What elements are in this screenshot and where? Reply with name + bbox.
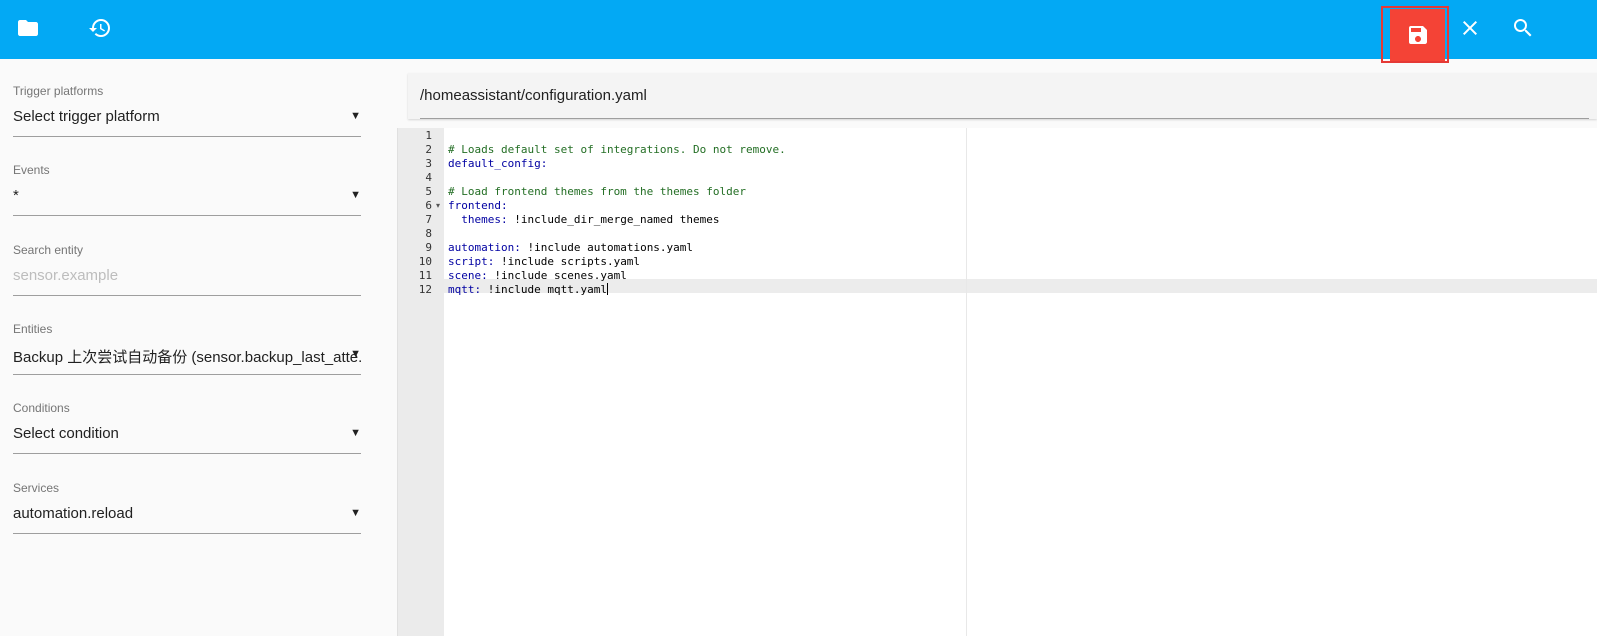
code-line[interactable]: script: !include scripts.yaml bbox=[448, 255, 640, 269]
code-token: !include_dir_merge_named themes bbox=[507, 213, 720, 226]
chevron-down-icon[interactable]: ▼ bbox=[347, 427, 361, 439]
services-label: Services bbox=[13, 481, 60, 495]
line-number: 11 bbox=[418, 269, 432, 282]
code-token: automation: bbox=[448, 241, 521, 254]
save-button[interactable] bbox=[1390, 9, 1445, 61]
entities-select[interactable]: Entities Backup 上次尝试自动备份 (sensor.backup_… bbox=[13, 322, 361, 375]
chevron-down-icon[interactable]: ▼ bbox=[347, 348, 361, 360]
folder-icon bbox=[18, 20, 38, 36]
code-token: !include scripts.yaml bbox=[494, 255, 641, 268]
line-number: 4 bbox=[425, 171, 432, 184]
field-underline bbox=[13, 533, 361, 534]
line-number: 8 bbox=[425, 227, 432, 240]
code-token: # Load frontend themes from the themes f… bbox=[448, 185, 747, 198]
search-entity-label: Search entity bbox=[13, 243, 84, 257]
trigger-platform-text: Select trigger platform bbox=[13, 108, 160, 125]
code-token: default_config: bbox=[448, 157, 548, 170]
code-line[interactable]: themes: !include_dir_merge_named themes bbox=[448, 213, 720, 227]
events-text: * bbox=[13, 187, 19, 204]
search-entity-input[interactable]: sensor.example bbox=[13, 267, 361, 289]
services-value[interactable]: automation.reload ▼ bbox=[13, 505, 361, 527]
save-icon bbox=[1408, 26, 1427, 44]
sidebar: Trigger platforms Select trigger platfor… bbox=[0, 59, 396, 636]
events-select[interactable]: Events * ▼ bbox=[13, 163, 361, 216]
events-value[interactable]: * ▼ bbox=[13, 187, 361, 209]
code-line[interactable]: frontend: bbox=[448, 199, 508, 213]
code-token: mqtt: bbox=[448, 283, 482, 296]
field-underline bbox=[13, 136, 361, 137]
code-line[interactable]: mqtt: !include mqtt.yaml bbox=[448, 283, 608, 297]
line-number: 9 bbox=[425, 241, 432, 254]
history-icon bbox=[89, 19, 110, 38]
line-number: 5 bbox=[425, 185, 432, 198]
field-underline bbox=[13, 215, 361, 216]
file-path: /homeassistant/configuration.yaml bbox=[420, 87, 647, 104]
line-number: 1 bbox=[425, 129, 432, 142]
print-margin bbox=[966, 128, 967, 636]
code-token: frontend: bbox=[448, 199, 508, 212]
close-button[interactable] bbox=[1450, 8, 1490, 48]
code-token: script: bbox=[448, 255, 495, 268]
events-label: Events bbox=[13, 163, 50, 177]
folder-button[interactable] bbox=[8, 8, 48, 48]
top-app-bar bbox=[0, 0, 1597, 63]
history-button[interactable] bbox=[80, 8, 120, 48]
chevron-down-icon[interactable]: ▼ bbox=[347, 507, 361, 519]
fold-toggle-icon[interactable]: ▾ bbox=[436, 199, 440, 213]
trigger-platform-select[interactable]: Trigger platforms Select trigger platfor… bbox=[13, 84, 361, 137]
code-token: !include automations.yaml bbox=[520, 241, 694, 254]
code-editor[interactable]: 1 2 # Loads default set of integrations. D… bbox=[397, 128, 1597, 636]
conditions-label: Conditions bbox=[13, 401, 70, 415]
conditions-text: Select condition bbox=[13, 425, 119, 442]
code-line[interactable]: scene: !include scenes.yaml bbox=[448, 269, 627, 283]
services-text: automation.reload bbox=[13, 505, 134, 522]
code-token: !include scenes.yaml bbox=[487, 269, 627, 282]
entities-text: Backup 上次尝试自动备份 (sensor.backup_last_atte… bbox=[13, 349, 361, 366]
chevron-down-icon[interactable]: ▼ bbox=[347, 189, 361, 201]
code-token: !include mqtt.yaml bbox=[481, 283, 607, 296]
file-path-bar: /homeassistant/configuration.yaml bbox=[408, 73, 1597, 119]
line-number: 10 bbox=[418, 255, 432, 268]
field-underline bbox=[13, 453, 361, 454]
trigger-platform-value[interactable]: Select trigger platform ▼ bbox=[13, 108, 361, 130]
code-token: themes: bbox=[461, 213, 508, 226]
conditions-value[interactable]: Select condition ▼ bbox=[13, 425, 361, 447]
code-line[interactable]: default_config: bbox=[448, 157, 547, 171]
trigger-platform-label: Trigger platforms bbox=[13, 84, 104, 98]
text-cursor bbox=[606, 283, 608, 295]
code-line[interactable]: # Loads default set of integrations. Do … bbox=[448, 143, 786, 157]
close-icon bbox=[1463, 21, 1477, 35]
search-icon bbox=[1514, 19, 1532, 37]
search-button[interactable] bbox=[1503, 8, 1543, 48]
line-number: 3 bbox=[425, 157, 432, 170]
search-entity-field[interactable]: Search entity sensor.example bbox=[13, 243, 361, 296]
line-number: 2 bbox=[425, 143, 432, 156]
code-token: scene: bbox=[448, 269, 488, 282]
field-underline bbox=[13, 295, 361, 296]
code-line[interactable]: automation: !include automations.yaml bbox=[448, 241, 693, 255]
code-line[interactable]: # Load frontend themes from the themes f… bbox=[448, 185, 746, 199]
entities-value[interactable]: Backup 上次尝试自动备份 (sensor.backup_last_atte… bbox=[13, 346, 361, 368]
field-underline bbox=[13, 374, 361, 375]
code-token: # Loads default set of integrations. Do … bbox=[448, 143, 786, 156]
line-number: 12 bbox=[418, 283, 432, 296]
conditions-select[interactable]: Conditions Select condition ▼ bbox=[13, 401, 361, 454]
entities-label: Entities bbox=[13, 322, 53, 336]
services-select[interactable]: Services automation.reload ▼ bbox=[13, 481, 361, 534]
line-number: 7 bbox=[425, 213, 432, 226]
chevron-down-icon[interactable]: ▼ bbox=[347, 110, 361, 122]
save-highlight bbox=[1381, 6, 1449, 63]
line-number: 6 bbox=[425, 199, 432, 212]
path-underline bbox=[420, 118, 1589, 119]
